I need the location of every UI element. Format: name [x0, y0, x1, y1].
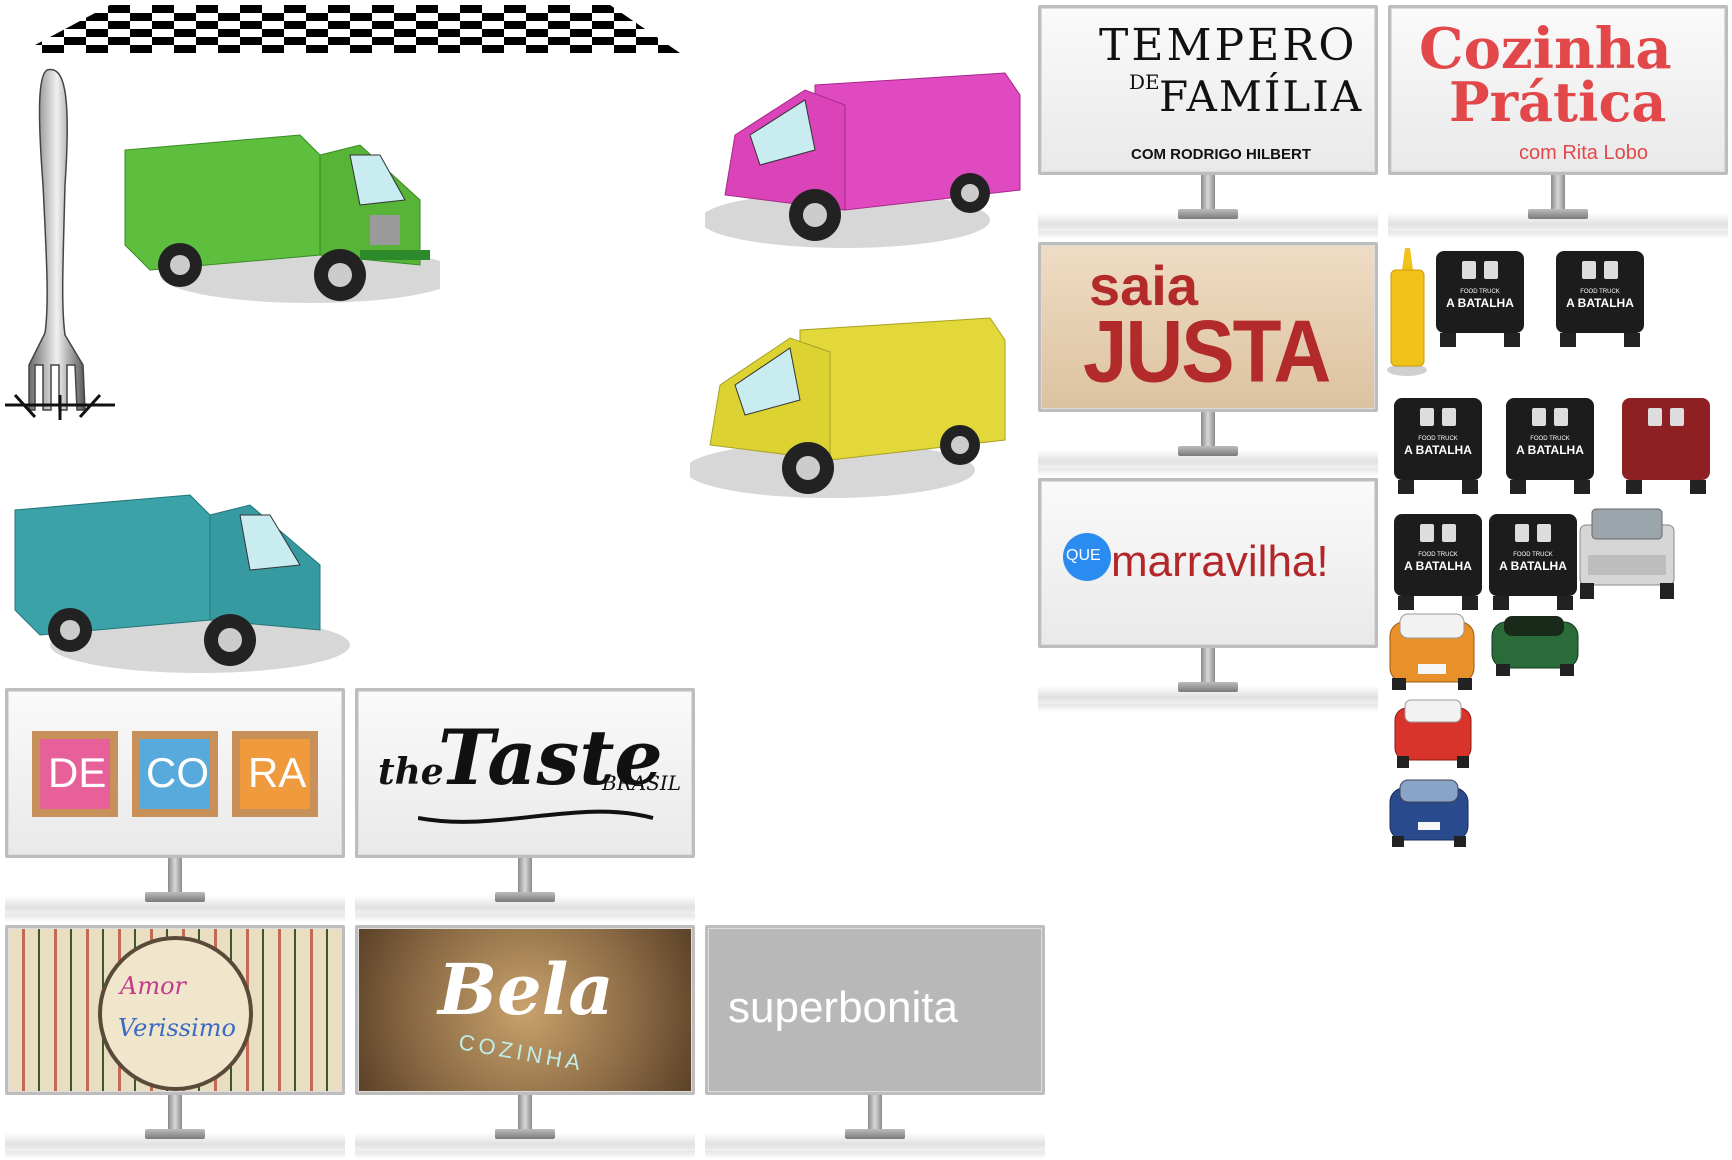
tile-de-text: DE — [48, 749, 107, 796]
billboard-tempero: TEMPERO DE FAMÍLIA COM RODRIGO HILBERT — [1038, 5, 1378, 240]
billboard-the-taste: the Taste BRASIL — [355, 688, 695, 923]
car-orange — [1389, 613, 1475, 690]
billboard-decora: DE CO RA — [5, 688, 345, 923]
tempero-line1: TEMPERO — [1099, 20, 1358, 71]
rear-truck-black-6: FOOD TRUCKA BATALHA — [1394, 514, 1482, 610]
rear-truck-red — [1622, 398, 1710, 494]
mustard-bottle-icon — [1387, 248, 1427, 376]
rear-truck-black-7: FOOD TRUCKA BATALHA — [1489, 514, 1577, 610]
checkered-floor — [20, 5, 680, 53]
tile-co-text: CO — [146, 749, 209, 796]
tempero-line2b: FAMÍLIA — [1159, 72, 1364, 121]
tempero-byline: COM RODRIGO HILBERT — [1131, 146, 1311, 163]
taste-the: the — [378, 751, 444, 793]
food-truck-yellow — [690, 317, 1006, 498]
food-truck-teal — [14, 494, 350, 673]
billboard-saia-justa: saia JUSTA — [1038, 242, 1378, 477]
billboard-amor-verissimo: Amor Verissimo — [5, 925, 345, 1160]
rear-truck-label-small: FOOD TRUCK — [1418, 436, 1458, 442]
rear-truck-label-big: A BATALHA — [1404, 443, 1472, 457]
bela-cozinha: COZINHA — [456, 1029, 587, 1076]
rear-truck-label-small: FOOD TRUCK — [1513, 552, 1553, 558]
bela-main: Bela — [438, 948, 614, 1031]
rear-truck-label-small: FOOD TRUCK — [1418, 552, 1458, 558]
tile-ra-text: RA — [248, 749, 307, 796]
rear-truck-label-small: FOOD TRUCK — [1530, 436, 1570, 442]
billboard-cozinha-pratica: Cozinha Prática com Rita Lobo — [1388, 5, 1728, 240]
rear-truck-label-big: A BATALHA — [1446, 296, 1514, 310]
billboard-superbonita: superbonita — [705, 925, 1045, 1160]
car-red — [1394, 699, 1472, 768]
marravilha-text: marravilha! — [1111, 537, 1329, 586]
rear-truck-label-big: A BATALHA — [1516, 443, 1584, 457]
superbonita-text: superbonita — [728, 983, 958, 1032]
rear-truck-black-2: FOOD TRUCKA BATALHA — [1556, 251, 1644, 347]
pickup-truck-silver — [1579, 508, 1675, 599]
tempero-line2a: DE — [1129, 70, 1160, 94]
rear-truck-black-4: FOOD TRUCKA BATALHA — [1506, 398, 1594, 494]
saia-line2: JUSTA — [1083, 302, 1331, 400]
rear-truck-label-big: A BATALHA — [1566, 296, 1634, 310]
amor-line1: Amor — [120, 972, 187, 1000]
food-truck-green — [124, 134, 440, 303]
cozinha-line2: Prática — [1449, 70, 1667, 134]
rear-truck-black-3: FOOD TRUCKA BATALHA — [1394, 398, 1482, 494]
rear-truck-black-1: FOOD TRUCKA BATALHA — [1436, 251, 1524, 347]
rear-truck-label-small: FOOD TRUCK — [1580, 289, 1620, 295]
billboard-bela-cozinha: Bela COZINHA — [355, 925, 695, 1160]
rear-truck-label-big: A BATALHA — [1404, 559, 1472, 573]
car-green — [1491, 616, 1579, 676]
food-truck-magenta — [705, 72, 1021, 248]
rear-truck-label-big: A BATALHA — [1499, 559, 1567, 573]
billboard-marravilha: QUE marravilha! — [1038, 478, 1378, 713]
car-blue — [1389, 779, 1469, 847]
fork-icon — [5, 68, 115, 420]
taste-brasil: BRASIL — [602, 771, 682, 795]
rear-truck-label-small: FOOD TRUCK — [1460, 289, 1500, 295]
amor-line2: Verissimo — [118, 1014, 236, 1042]
cozinha-byline: com Rita Lobo — [1519, 142, 1648, 164]
que-badge-text: QUE — [1066, 547, 1101, 564]
